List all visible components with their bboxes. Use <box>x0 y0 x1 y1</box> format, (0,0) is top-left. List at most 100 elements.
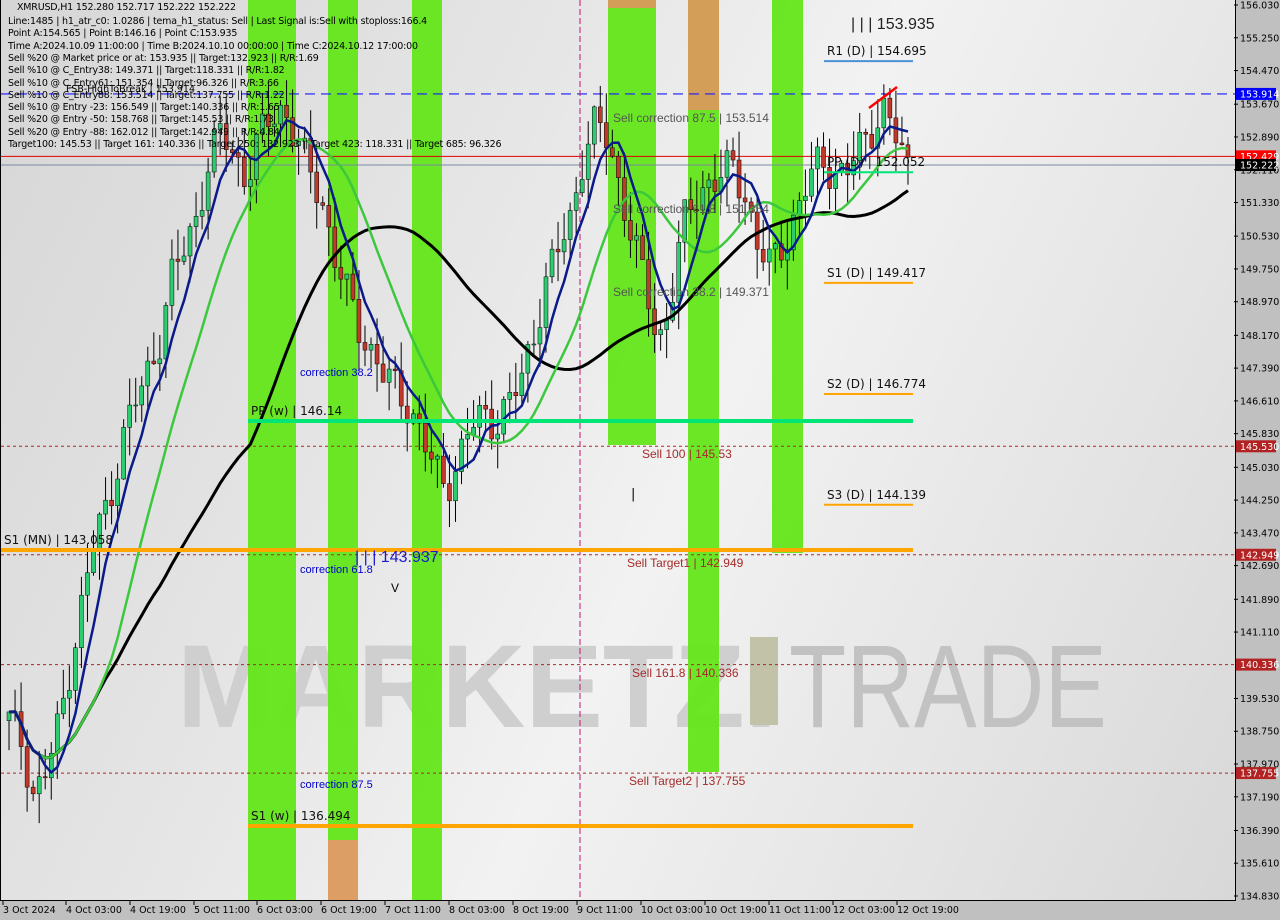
info-line: Target100: 145.53 || Target 161: 140.336… <box>8 139 502 150</box>
candle-body <box>61 697 66 715</box>
price-tag-label: 152.429 <box>1240 152 1279 163</box>
candle-body <box>899 142 905 146</box>
x-tick-label: 5 Oct 11:00 <box>194 905 250 916</box>
info-line: Sell %10 @ Entry -23: 156.549 || Target:… <box>8 102 280 114</box>
candle-body <box>386 368 392 383</box>
down-marker: V <box>391 581 399 595</box>
y-tick-label: 152.110 <box>1240 165 1279 176</box>
candle-body <box>604 122 609 149</box>
y-tick-label: 154.470 <box>1240 66 1279 77</box>
zone-band <box>328 840 358 900</box>
y-tick-label: 139.530 <box>1240 694 1279 705</box>
candle-body <box>392 368 398 371</box>
info-line: Point A:154.565 | Point B:146.16 | Point… <box>8 28 238 40</box>
pivot-label: PP (w) | 146.14 <box>251 404 342 418</box>
candle-body <box>531 343 537 346</box>
sell-level-label: Sell 100 | 145.53 <box>642 447 732 461</box>
candle-body <box>320 202 325 206</box>
y-tick-label: 143.470 <box>1240 528 1279 539</box>
x-tick-label: 12 Oct 19:00 <box>897 905 959 916</box>
candle-body <box>754 211 760 250</box>
candle-body <box>634 235 639 241</box>
candle-body <box>115 478 120 507</box>
ohlc-header: XMRUSD,H1 152.280 152.717 152.222 152.22… <box>17 2 236 13</box>
candle-body <box>809 168 814 197</box>
y-tick-label: 135.610 <box>1240 859 1279 870</box>
candle-body <box>477 405 482 428</box>
candle-body <box>55 713 60 754</box>
candle-body <box>507 392 513 400</box>
candle-body <box>350 273 356 300</box>
candle-body <box>453 471 458 502</box>
x-tick-label: 8 Oct 19:00 <box>513 905 569 916</box>
info-line: Sell %20 @ Market price or at: 153.935 |… <box>8 52 319 64</box>
price-tag <box>1236 440 1276 453</box>
candle-body <box>519 372 525 396</box>
candle-body <box>145 360 151 387</box>
x-tick-label: 4 Oct 03:00 <box>66 905 122 916</box>
candle-body <box>887 97 893 119</box>
candle-body <box>127 404 132 428</box>
candle-body <box>205 171 211 211</box>
candle-body <box>821 146 826 168</box>
candle-body <box>797 200 802 216</box>
candle-body <box>199 210 205 217</box>
x-tick-label: 4 Oct 19:00 <box>130 905 186 916</box>
y-tick-label: 144.250 <box>1240 496 1279 507</box>
candle-body <box>592 106 597 145</box>
y-tick-label: 145.830 <box>1240 429 1279 440</box>
candle-body <box>706 179 712 188</box>
candle-body <box>513 392 519 396</box>
candle-body <box>549 248 555 278</box>
candle-body <box>169 258 175 306</box>
candle-body <box>187 226 193 257</box>
candle-body <box>121 427 126 480</box>
y-tick-label: 137.190 <box>1240 792 1279 803</box>
info-line: Sell %10 @ C_Entry88: 153.514 || Target:… <box>8 89 285 101</box>
zone-band <box>608 0 656 8</box>
pivot-label: PP (D) | 152.052 <box>827 155 925 169</box>
candle-body <box>368 343 374 351</box>
price-tag <box>1236 87 1276 100</box>
pivot-label: R1 (D) | 154.695 <box>827 44 927 58</box>
candle-body <box>362 342 368 351</box>
price-tag <box>1236 159 1276 172</box>
candle-body <box>326 205 332 228</box>
candle-body <box>730 150 736 161</box>
candle-body <box>537 327 543 345</box>
correction-label: correction 87.5 <box>300 779 373 791</box>
x-tick-label: 10 Oct 19:00 <box>705 905 767 916</box>
price-tag-label: 140.336 <box>1240 660 1279 671</box>
candle-body <box>658 329 663 335</box>
y-tick-label: 136.390 <box>1240 826 1279 837</box>
x-tick-label: 6 Oct 19:00 <box>321 905 377 916</box>
candle-body <box>555 248 561 253</box>
sell-correction-label: Sell correction 38.2 | 149.371 <box>613 285 769 299</box>
candle-body <box>489 408 494 440</box>
price-tag-label: 137.755 <box>1240 769 1279 780</box>
candle-body <box>441 455 446 484</box>
candle-body <box>332 226 338 268</box>
y-tick-label: 137.970 <box>1240 760 1279 771</box>
pivot-label: S1 (MN) | 143.058 <box>4 533 113 547</box>
candle-body <box>139 385 144 406</box>
candle-body <box>193 216 199 227</box>
x-tick-label: 12 Oct 03:00 <box>833 905 895 916</box>
y-tick-label: 156.030 <box>1240 1 1279 12</box>
y-tick-label: 142.690 <box>1240 561 1279 572</box>
candle-body <box>869 133 875 149</box>
candle-body <box>73 647 78 691</box>
candle-body <box>579 179 585 193</box>
correction-label: correction 38.2 <box>300 367 373 379</box>
y-tick-label: 149.750 <box>1240 264 1279 275</box>
candle-body <box>236 152 241 158</box>
info-line: Sell %20 @ Entry -88: 162.012 || Target:… <box>8 126 280 138</box>
x-tick-label: 10 Oct 03:00 <box>641 905 703 916</box>
y-tick-label: 150.530 <box>1240 232 1279 243</box>
y-tick-label: 147.390 <box>1240 364 1279 375</box>
candle-body <box>465 434 470 440</box>
candle-body <box>36 776 42 795</box>
price-tag-label: 153.914 <box>1240 89 1279 100</box>
chart-plot-area[interactable]: MARKETZI TRADE R1 (D) | 154.695 PP (D) | 15… <box>0 0 1236 901</box>
info-line: Line:1485 | h1_atr_c0: 1.0286 | tema_h1_… <box>8 16 428 27</box>
